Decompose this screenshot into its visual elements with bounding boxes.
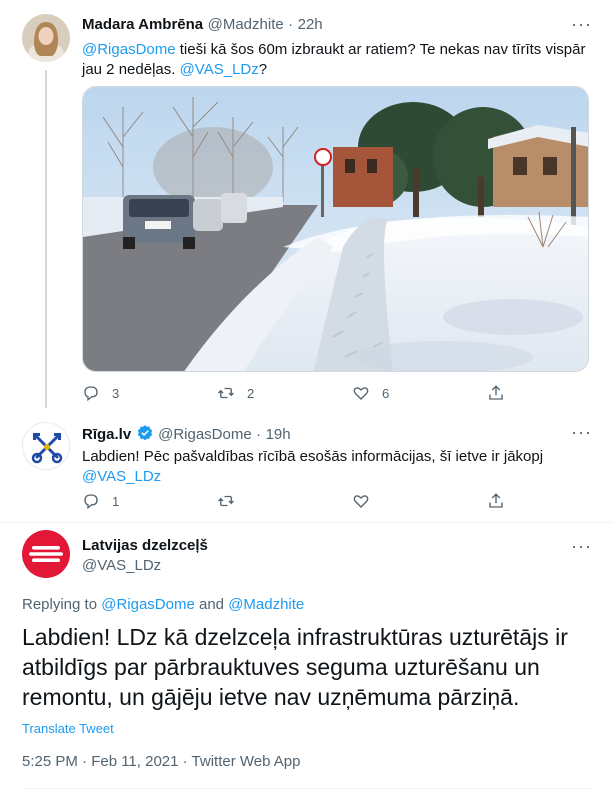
tweet-text: Labdien! Pēc pašvaldības rīcībā esošās i… [82, 448, 544, 485]
like-count: 6 [382, 385, 390, 401]
share-icon [489, 385, 503, 400]
author-handle[interactable]: @Madzhite [208, 16, 284, 33]
share-icon [489, 493, 503, 508]
tweet-text: @RigasDome tieši kā šos 60m izbraukt ar … [82, 41, 586, 78]
riga-crossed-keys-logo [31, 433, 63, 464]
divider [0, 522, 613, 523]
mention-vas-ldz[interactable]: @VAS_LDz [82, 468, 161, 485]
retweet-count: 2 [247, 385, 255, 401]
author-name[interactable]: Latvijas dzelzceļš [82, 537, 208, 554]
author-name[interactable]: Madara Ambrēna [82, 16, 203, 33]
mention-madzhite[interactable]: @Madzhite [228, 596, 304, 613]
ldz-logo [29, 546, 63, 562]
mention-vas-ldz[interactable]: @VAS_LDz [180, 61, 259, 78]
tweet-photo[interactable] [82, 86, 589, 372]
replying-to: Replying to @RigasDome and @Madzhite [22, 596, 305, 613]
share-button[interactable] [487, 492, 505, 510]
separator-dot: · [256, 426, 262, 443]
verified-badge-icon [136, 424, 154, 447]
avatar-riga[interactable] [22, 422, 70, 470]
author-handle[interactable]: @RigasDome [158, 426, 252, 443]
retweet-button[interactable] [217, 492, 352, 510]
reply-button[interactable]: 1 [82, 492, 217, 510]
more-options-icon[interactable]: ··· [571, 423, 592, 441]
reply-button[interactable]: 3 [82, 384, 217, 402]
retweet-button[interactable]: 2 [217, 384, 352, 402]
retweet-icon [218, 495, 234, 507]
heart-icon [353, 495, 369, 508]
avatar-madara[interactable] [22, 14, 70, 62]
more-options-icon[interactable]: ··· [571, 537, 592, 555]
author-name[interactable]: Rīga.lv [82, 426, 131, 443]
heart-icon [353, 387, 369, 400]
tweet-timestamp[interactable]: 5:25 PM · Feb 11, 2021 · Twitter Web App [22, 753, 300, 770]
reply-icon [84, 386, 98, 402]
retweet-icon [218, 387, 234, 399]
mention-rigasdome[interactable]: @RigasDome [82, 41, 176, 58]
mention-rigasdome[interactable]: @RigasDome [101, 596, 195, 613]
like-button[interactable] [352, 492, 487, 510]
divider [22, 788, 591, 789]
more-options-icon[interactable]: ··· [571, 15, 592, 33]
translate-tweet-link[interactable]: Translate Tweet [22, 721, 114, 736]
tweet-text: Labdien! LDz kā dzelzceļa infrastruktūra… [22, 624, 568, 710]
like-button[interactable]: 6 [352, 384, 487, 402]
reply-icon [84, 494, 98, 510]
tweet-time[interactable]: 22h [298, 16, 323, 33]
reply-count: 3 [112, 385, 120, 401]
author-handle[interactable]: @VAS_LDz [82, 557, 161, 574]
avatar-ldz[interactable] [22, 530, 70, 578]
reply-count: 1 [112, 493, 120, 509]
tweet-time[interactable]: 19h [266, 426, 291, 443]
separator-dot: · [288, 16, 294, 33]
share-button[interactable] [487, 384, 505, 402]
